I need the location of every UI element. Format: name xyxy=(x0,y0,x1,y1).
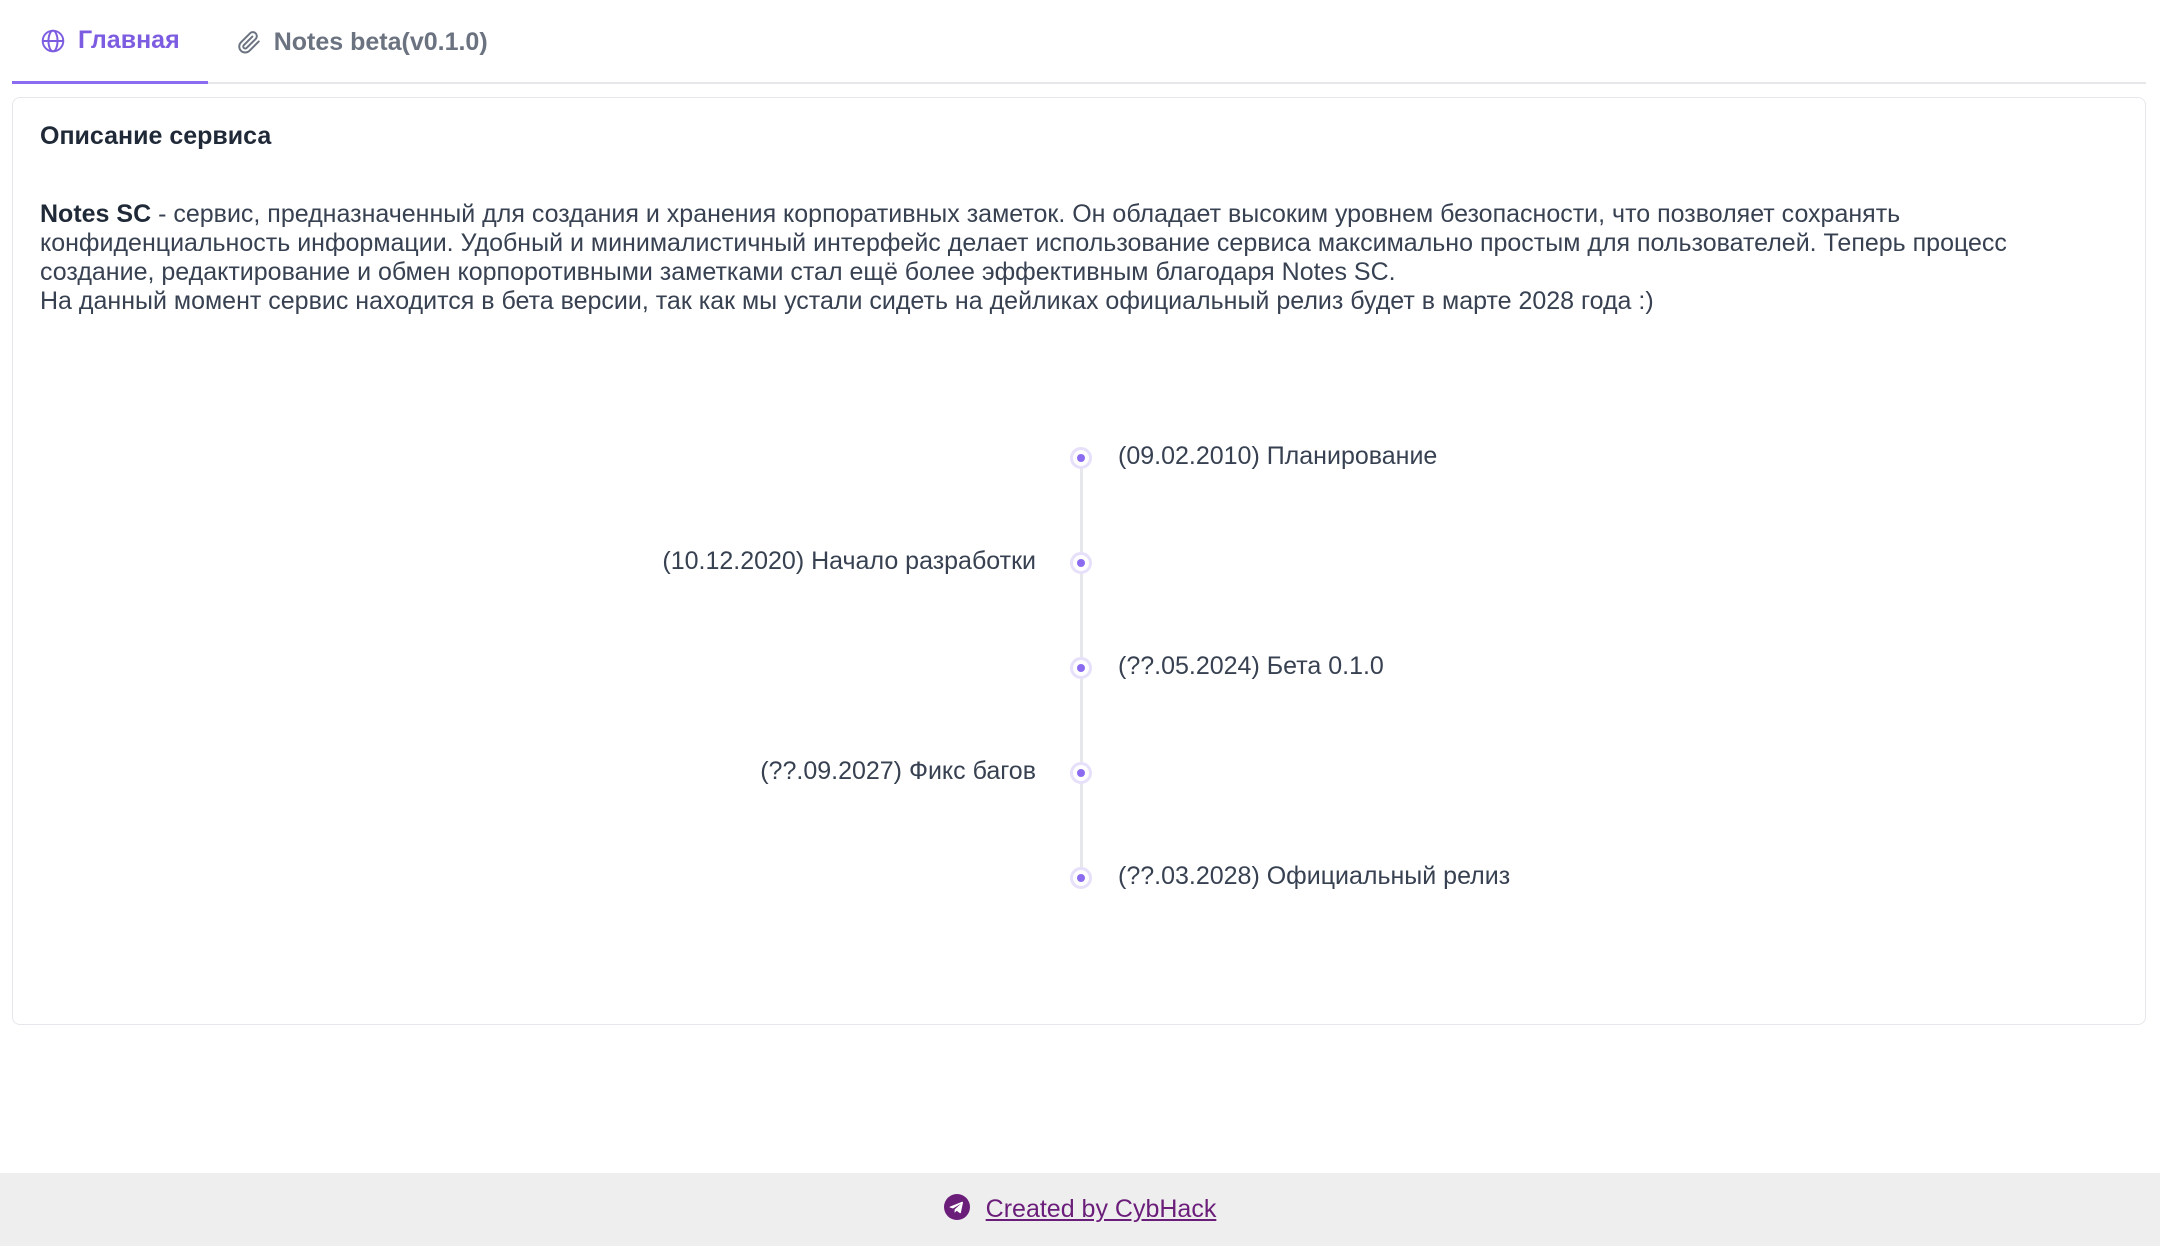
tab-bar: Главная Notes beta(v0.1.0) xyxy=(12,0,2146,84)
timeline-item-bugfix: (??.09.2027) Фикс багов xyxy=(760,757,1036,785)
paperclip-icon xyxy=(236,29,262,55)
timeline-item-release: (??.03.2028) Официальный релиз xyxy=(1118,862,1511,890)
tab-notes-beta-label: Notes beta(v0.1.0) xyxy=(273,27,488,56)
timeline: (09.02.2010) Планирование (10.12.2020) Н… xyxy=(13,98,2145,1024)
timeline-item-dev-start: (10.12.2020) Начало разработки xyxy=(662,547,1036,575)
timeline-item-planning: (09.02.2010) Планирование xyxy=(1118,442,1438,470)
footer: Created by CybHack xyxy=(0,1173,2160,1246)
created-by-link[interactable]: Created by CybHack xyxy=(986,1195,1217,1224)
tab-home-label: Главная xyxy=(78,26,180,54)
tab-home[interactable]: Главная xyxy=(12,0,208,84)
page: Главная Notes beta(v0.1.0) Описание серв… xyxy=(0,0,2160,1246)
timeline-item-beta: (??.05.2024) Бета 0.1.0 xyxy=(1118,652,1384,680)
tab-notes-beta[interactable]: Notes beta(v0.1.0) xyxy=(208,0,516,84)
globe-icon xyxy=(40,28,66,54)
timeline-dot xyxy=(1070,762,1092,784)
timeline-dot xyxy=(1070,447,1092,469)
timeline-dot xyxy=(1070,657,1092,679)
telegram-icon xyxy=(943,1194,970,1225)
timeline-dot xyxy=(1070,552,1092,574)
timeline-dot xyxy=(1070,867,1092,889)
service-description-card: Описание сервиса Notes SC - сервис, пред… xyxy=(12,97,2146,1025)
